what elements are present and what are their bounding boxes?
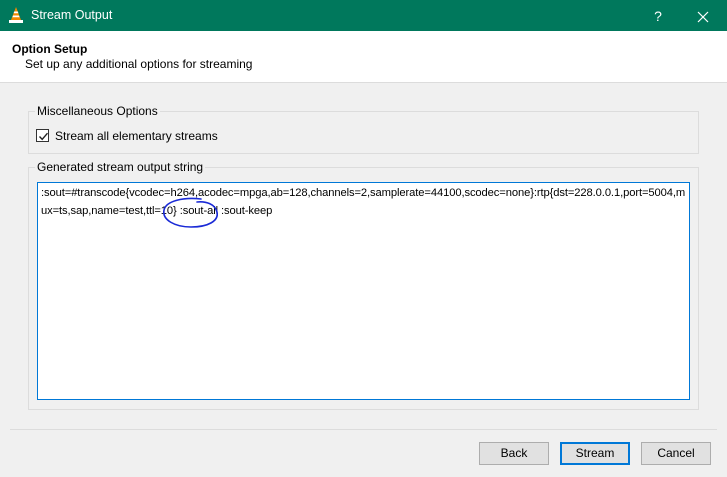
page-heading: Option Setup (12, 42, 88, 56)
stream-all-checkbox[interactable] (36, 129, 49, 142)
help-button[interactable]: ? (646, 6, 670, 26)
generated-string-legend: Generated stream output string (35, 160, 206, 174)
close-button[interactable] (682, 5, 724, 27)
checkmark-icon (38, 132, 49, 141)
header-panel: Option Setup Set up any additional optio… (0, 31, 727, 83)
footer-separator (10, 429, 717, 430)
misc-options-group: Miscellaneous Options Stream all element… (28, 104, 699, 154)
generated-string-group: Generated stream output string :sout=#tr… (28, 160, 699, 410)
page-subheading: Set up any additional options for stream… (25, 57, 253, 71)
title-bar: Stream Output ? (0, 0, 727, 31)
cancel-button[interactable]: Cancel (641, 442, 711, 465)
stream-all-label[interactable]: Stream all elementary streams (55, 129, 218, 143)
stream-output-textarea[interactable]: :sout=#transcode{vcodec=h264,acodec=mpga… (37, 182, 690, 400)
stream-button[interactable]: Stream (560, 442, 630, 465)
vlc-cone-icon (8, 6, 24, 24)
misc-options-legend: Miscellaneous Options (35, 104, 160, 118)
close-icon (697, 11, 709, 23)
back-button[interactable]: Back (479, 442, 549, 465)
window-title: Stream Output (31, 8, 113, 22)
